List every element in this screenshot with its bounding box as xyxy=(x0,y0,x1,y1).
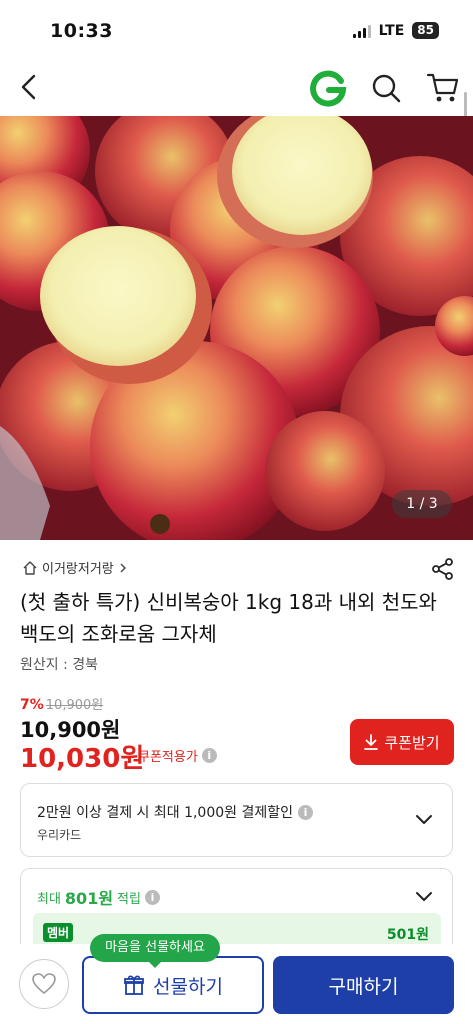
chevron-down-icon[interactable] xyxy=(413,885,435,907)
gift-icon xyxy=(124,975,144,995)
peach-photo xyxy=(0,116,473,540)
card-name: 우리카드 xyxy=(37,828,82,842)
battery-icon: 85 xyxy=(412,22,439,39)
card-discount-text-row: 2만원 이상 결제 시 최대 1,000원 결제할인 i xyxy=(37,802,314,822)
signal-icon xyxy=(352,24,371,38)
points-amount: 801원 xyxy=(64,889,114,908)
download-icon xyxy=(364,734,379,750)
home-icon xyxy=(23,560,37,575)
info-icon[interactable]: i xyxy=(298,804,314,820)
gmarket-logo-icon[interactable] xyxy=(308,68,348,108)
gift-button-label: 선물하기 xyxy=(153,975,223,998)
coupon-button-label: 쿠폰받기 xyxy=(384,733,440,752)
coupon-note: 쿠폰적용가 i xyxy=(138,746,217,765)
wishlist-button[interactable] xyxy=(19,959,69,1009)
points-prefix: 최대 xyxy=(37,891,61,907)
share-icon[interactable] xyxy=(430,556,456,582)
cart-icon[interactable] xyxy=(424,68,462,106)
card-discount-panel[interactable]: 2만원 이상 결제 시 최대 1,000원 결제할인 i 우리카드 xyxy=(20,783,453,857)
search-icon[interactable] xyxy=(368,70,404,106)
buy-button[interactable]: 구매하기 xyxy=(273,956,454,1014)
chevron-right-icon xyxy=(120,563,126,572)
card-discount-text: 2만원 이상 결제 시 최대 1,000원 결제할인 xyxy=(37,805,294,821)
original-price: 10,900원 xyxy=(45,698,104,713)
discount-percent: 7% xyxy=(20,697,44,713)
discount-row: 7% 10,900원 xyxy=(20,694,103,713)
network-label: LTE xyxy=(378,22,405,39)
heart-icon xyxy=(32,973,56,994)
product-image-gallery[interactable] xyxy=(0,116,473,540)
coupon-price: 10,030원 xyxy=(20,744,145,774)
coupon-note-label: 쿠폰적용가 xyxy=(138,750,198,765)
gift-button[interactable]: 선물하기 xyxy=(82,956,264,1014)
status-right: LTE 85 xyxy=(352,22,439,39)
status-time: 10:33 xyxy=(50,20,113,42)
chevron-down-icon[interactable] xyxy=(413,808,435,830)
product-origin: 원산지 : 경북 xyxy=(20,657,99,673)
status-bar: 10:33 LTE 85 xyxy=(0,0,473,62)
bottom-action-bar: 선물하기 구매하기 xyxy=(0,944,473,1024)
member-points-amount: 501원 xyxy=(386,927,429,943)
coupon-download-button[interactable]: 쿠폰받기 xyxy=(350,719,454,765)
info-icon[interactable]: i xyxy=(201,748,217,763)
store-name: 이거랑저거랑 xyxy=(42,562,114,577)
points-suffix: 적립 xyxy=(117,891,141,907)
member-tag: 멤버 xyxy=(43,923,74,942)
back-icon[interactable] xyxy=(14,70,48,104)
info-icon[interactable]: i xyxy=(144,889,160,905)
points-row: 최대 801원 적립 i xyxy=(37,885,160,909)
gift-tooltip: 마음을 선물하세요 xyxy=(90,934,220,968)
image-counter: 1 / 3 xyxy=(392,490,452,518)
top-nav xyxy=(0,62,473,116)
store-link[interactable]: 이거랑저거랑 xyxy=(22,558,128,577)
product-title: (첫 출하 특가) 신비복숭아 1kg 18과 내외 천도와 백도의 조화로움 … xyxy=(20,590,437,646)
